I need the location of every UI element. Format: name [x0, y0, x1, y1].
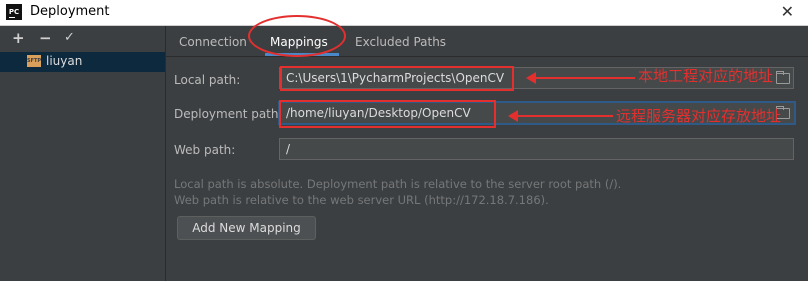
window-title: Deployment: [30, 4, 110, 19]
sftp-server-icon: SFTP: [27, 55, 41, 67]
tab-connection[interactable]: Connection: [179, 35, 247, 49]
title-bar: PC Deployment ✕: [0, 0, 808, 26]
add-new-mapping-button[interactable]: Add New Mapping: [177, 216, 316, 240]
deployment-path-highlight: [279, 100, 496, 128]
pycharm-icon: PC: [6, 4, 22, 20]
local-path-annotation: 本地工程对应的地址: [638, 67, 774, 85]
web-path-input[interactable]: [279, 138, 794, 160]
local-arrow-shaft: [535, 77, 635, 79]
remove-server-icon[interactable]: −: [39, 30, 52, 46]
deployment-path-label: Deployment path:: [174, 107, 283, 121]
info-line-1: Local path is absolute. Deployment path …: [174, 177, 622, 191]
local-path-label: Local path:: [174, 73, 241, 87]
server-item-liuyan[interactable]: SFTP liuyan: [0, 52, 165, 72]
set-default-icon[interactable]: ✓: [64, 30, 75, 46]
local-path-highlight: [280, 66, 514, 91]
browse-folder-icon[interactable]: [776, 71, 790, 84]
info-line-2: Web path is relative to the web server U…: [174, 193, 549, 207]
add-server-icon[interactable]: +: [12, 30, 25, 46]
tab-highlight-ellipse: [248, 15, 346, 57]
remote-path-annotation: 远程服务器对应存放地址: [616, 107, 782, 125]
close-icon[interactable]: ✕: [781, 2, 794, 21]
tab-excluded-paths[interactable]: Excluded Paths: [355, 35, 446, 49]
server-list-panel: + − ✓ SFTP liuyan: [0, 26, 166, 281]
remote-arrow-shaft: [517, 115, 613, 117]
web-path-label: Web path:: [174, 143, 236, 157]
server-name: liuyan: [46, 54, 83, 68]
